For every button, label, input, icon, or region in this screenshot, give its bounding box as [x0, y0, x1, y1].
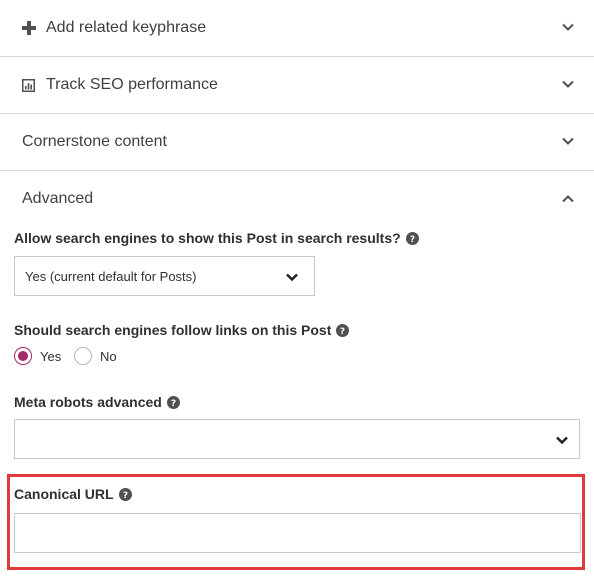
chevron-down-icon [556, 436, 568, 445]
chevron-down-icon [286, 273, 298, 282]
meta-robots-label: Meta robots advanced ? [14, 394, 180, 410]
radio-no-label[interactable]: No [100, 349, 117, 364]
radio-no[interactable] [74, 347, 92, 365]
index-question-label: Allow search engines to show this Post i… [14, 230, 419, 246]
section-title: Cornerstone content [22, 133, 167, 150]
chevron-down-icon [562, 23, 574, 31]
section-add-related-keyphrase[interactable]: Add related keyphrase [0, 0, 594, 57]
help-icon[interactable]: ? [336, 323, 350, 337]
chart-icon [22, 79, 35, 92]
follow-question-label: Should search engines follow links on th… [14, 322, 350, 338]
svg-text:?: ? [122, 491, 127, 501]
chevron-down-icon [562, 80, 574, 88]
canonical-url-input[interactable] [14, 513, 581, 553]
svg-text:?: ? [340, 327, 345, 337]
section-title: Advanced [22, 190, 94, 207]
section-title: Track SEO performance [46, 76, 218, 93]
canonical-url-label: Canonical URL ? [14, 486, 132, 502]
radio-yes-label[interactable]: Yes [40, 349, 61, 364]
chevron-down-icon [562, 137, 574, 145]
index-select-value: Yes (current default for Posts) [25, 269, 197, 284]
help-icon[interactable]: ? [405, 231, 419, 245]
section-cornerstone-content[interactable]: Cornerstone content [0, 114, 594, 171]
radio-yes[interactable] [14, 347, 32, 365]
svg-text:?: ? [171, 399, 176, 409]
svg-text:?: ? [410, 235, 415, 245]
section-track-seo-performance[interactable]: Track SEO performance [0, 57, 594, 114]
index-select[interactable]: Yes (current default for Posts) [14, 256, 315, 296]
help-icon[interactable]: ? [118, 487, 132, 501]
plus-icon [22, 21, 36, 35]
help-icon[interactable]: ? [166, 395, 180, 409]
meta-robots-select[interactable] [14, 419, 580, 459]
chevron-up-icon [562, 195, 574, 203]
section-title: Add related keyphrase [46, 19, 207, 36]
